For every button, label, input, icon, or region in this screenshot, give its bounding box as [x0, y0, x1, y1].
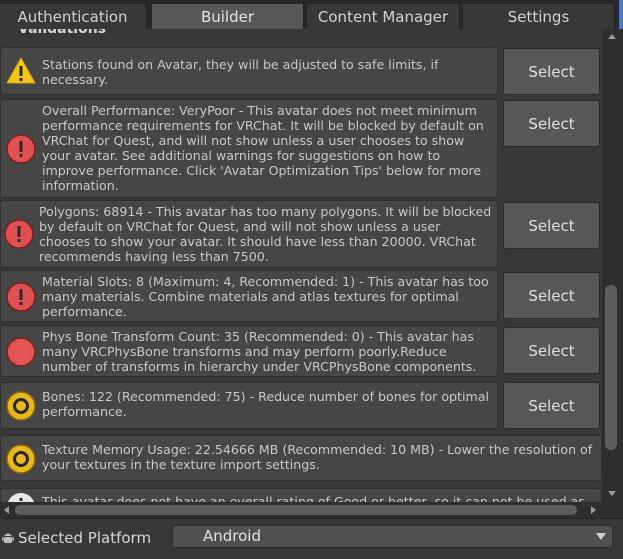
select-button[interactable]: Select: [503, 382, 600, 429]
error-dot-icon: [6, 337, 36, 367]
window-accent: [619, 0, 623, 29]
message-text: Bones: 122 (Recommended: 75) - Reduce nu…: [42, 389, 489, 419]
select-button[interactable]: Select: [503, 100, 600, 147]
message-text: Phys Bone Transform Count: 35 (Recommend…: [42, 329, 477, 374]
validation-row-physbone: Phys Bone Transform Count: 35 (Recommend…: [0, 325, 602, 377]
chevron-down-icon: [596, 533, 606, 540]
tab-settings[interactable]: Settings: [462, 3, 615, 29]
error-icon: [4, 219, 34, 249]
horizontal-scroll-thumb[interactable]: [15, 505, 577, 515]
message-box: Bones: 122 (Recommended: 75) - Reduce nu…: [0, 382, 498, 429]
select-button[interactable]: Select: [503, 202, 600, 249]
validation-row-bones: Bones: 122 (Recommended: 75) - Reduce nu…: [0, 382, 602, 429]
message-text: This avatar does not have an overall rat…: [42, 494, 585, 502]
message-text: Stations found on Avatar, they will be a…: [42, 57, 439, 87]
warning-icon: [6, 57, 36, 84]
scroll-left-arrow-icon[interactable]: [2, 505, 12, 515]
scroll-up-arrow-icon[interactable]: [605, 32, 619, 42]
vertical-scroll-thumb[interactable]: [605, 285, 617, 450]
select-button[interactable]: Select: [503, 327, 600, 374]
select-button[interactable]: Select: [503, 48, 600, 95]
medium-rating-icon: [6, 391, 36, 421]
error-icon: [6, 282, 36, 312]
tab-bar: Authentication Builder Content Manager S…: [0, 0, 623, 29]
medium-rating-icon: [6, 444, 36, 474]
validation-row-polygons: Polygons: 68914 - This avatar has too ma…: [0, 200, 602, 268]
error-icon: [6, 134, 36, 164]
vertical-scrollbar[interactable]: [602, 29, 623, 502]
validation-row-texture-memory: Texture Memory Usage: 22.54666 MB (Recom…: [0, 435, 602, 481]
validations-scroll-view[interactable]: Validations Stations found on Avatar, th…: [0, 29, 623, 502]
platform-dropdown-value: Android: [203, 527, 261, 545]
validation-row-rating-info: This avatar does not have an overall rat…: [0, 488, 602, 502]
info-icon: [7, 493, 35, 502]
message-text: Material Slots: 8 (Maximum: 4, Recommend…: [42, 274, 489, 319]
message-text: Texture Memory Usage: 22.54666 MB (Recom…: [42, 442, 593, 472]
platform-dropdown[interactable]: Android: [172, 525, 613, 548]
android-icon: [2, 533, 14, 543]
validation-row-stations: Stations found on Avatar, they will be a…: [0, 47, 602, 95]
validations-header[interactable]: Validations: [0, 29, 600, 37]
scroll-right-arrow-icon[interactable]: [588, 505, 598, 515]
message-box: Stations found on Avatar, they will be a…: [0, 47, 498, 95]
horizontal-scrollbar[interactable]: [0, 502, 602, 518]
message-box: This avatar does not have an overall rat…: [0, 488, 602, 502]
message-box: Material Slots: 8 (Maximum: 4, Recommend…: [0, 270, 498, 322]
message-text: Overall Performance: VeryPoor - This ava…: [42, 103, 484, 193]
validations-title: Validations: [18, 29, 106, 37]
message-text: Polygons: 68914 - This avatar has too ma…: [39, 204, 492, 264]
tab-content-manager[interactable]: Content Manager: [306, 3, 460, 29]
platform-bar: Selected Platform Android: [0, 518, 623, 559]
select-button[interactable]: Select: [503, 272, 600, 319]
tab-authentication[interactable]: Authentication: [0, 3, 147, 29]
tab-builder[interactable]: Builder: [151, 3, 304, 29]
scrollbar-corner: [602, 502, 623, 518]
foldout-arrow-icon: [3, 29, 13, 31]
validation-row-material-slots: Material Slots: 8 (Maximum: 4, Recommend…: [0, 270, 602, 322]
message-box: Polygons: 68914 - This avatar has too ma…: [0, 200, 498, 268]
message-box: Texture Memory Usage: 22.54666 MB (Recom…: [0, 435, 602, 481]
selected-platform-label: Selected Platform: [18, 529, 152, 547]
scroll-down-arrow-icon[interactable]: [605, 488, 619, 498]
validation-row-overall-performance: Overall Performance: VeryPoor - This ava…: [0, 99, 602, 198]
message-box: Phys Bone Transform Count: 35 (Recommend…: [0, 325, 498, 377]
message-box: Overall Performance: VeryPoor - This ava…: [0, 99, 498, 198]
